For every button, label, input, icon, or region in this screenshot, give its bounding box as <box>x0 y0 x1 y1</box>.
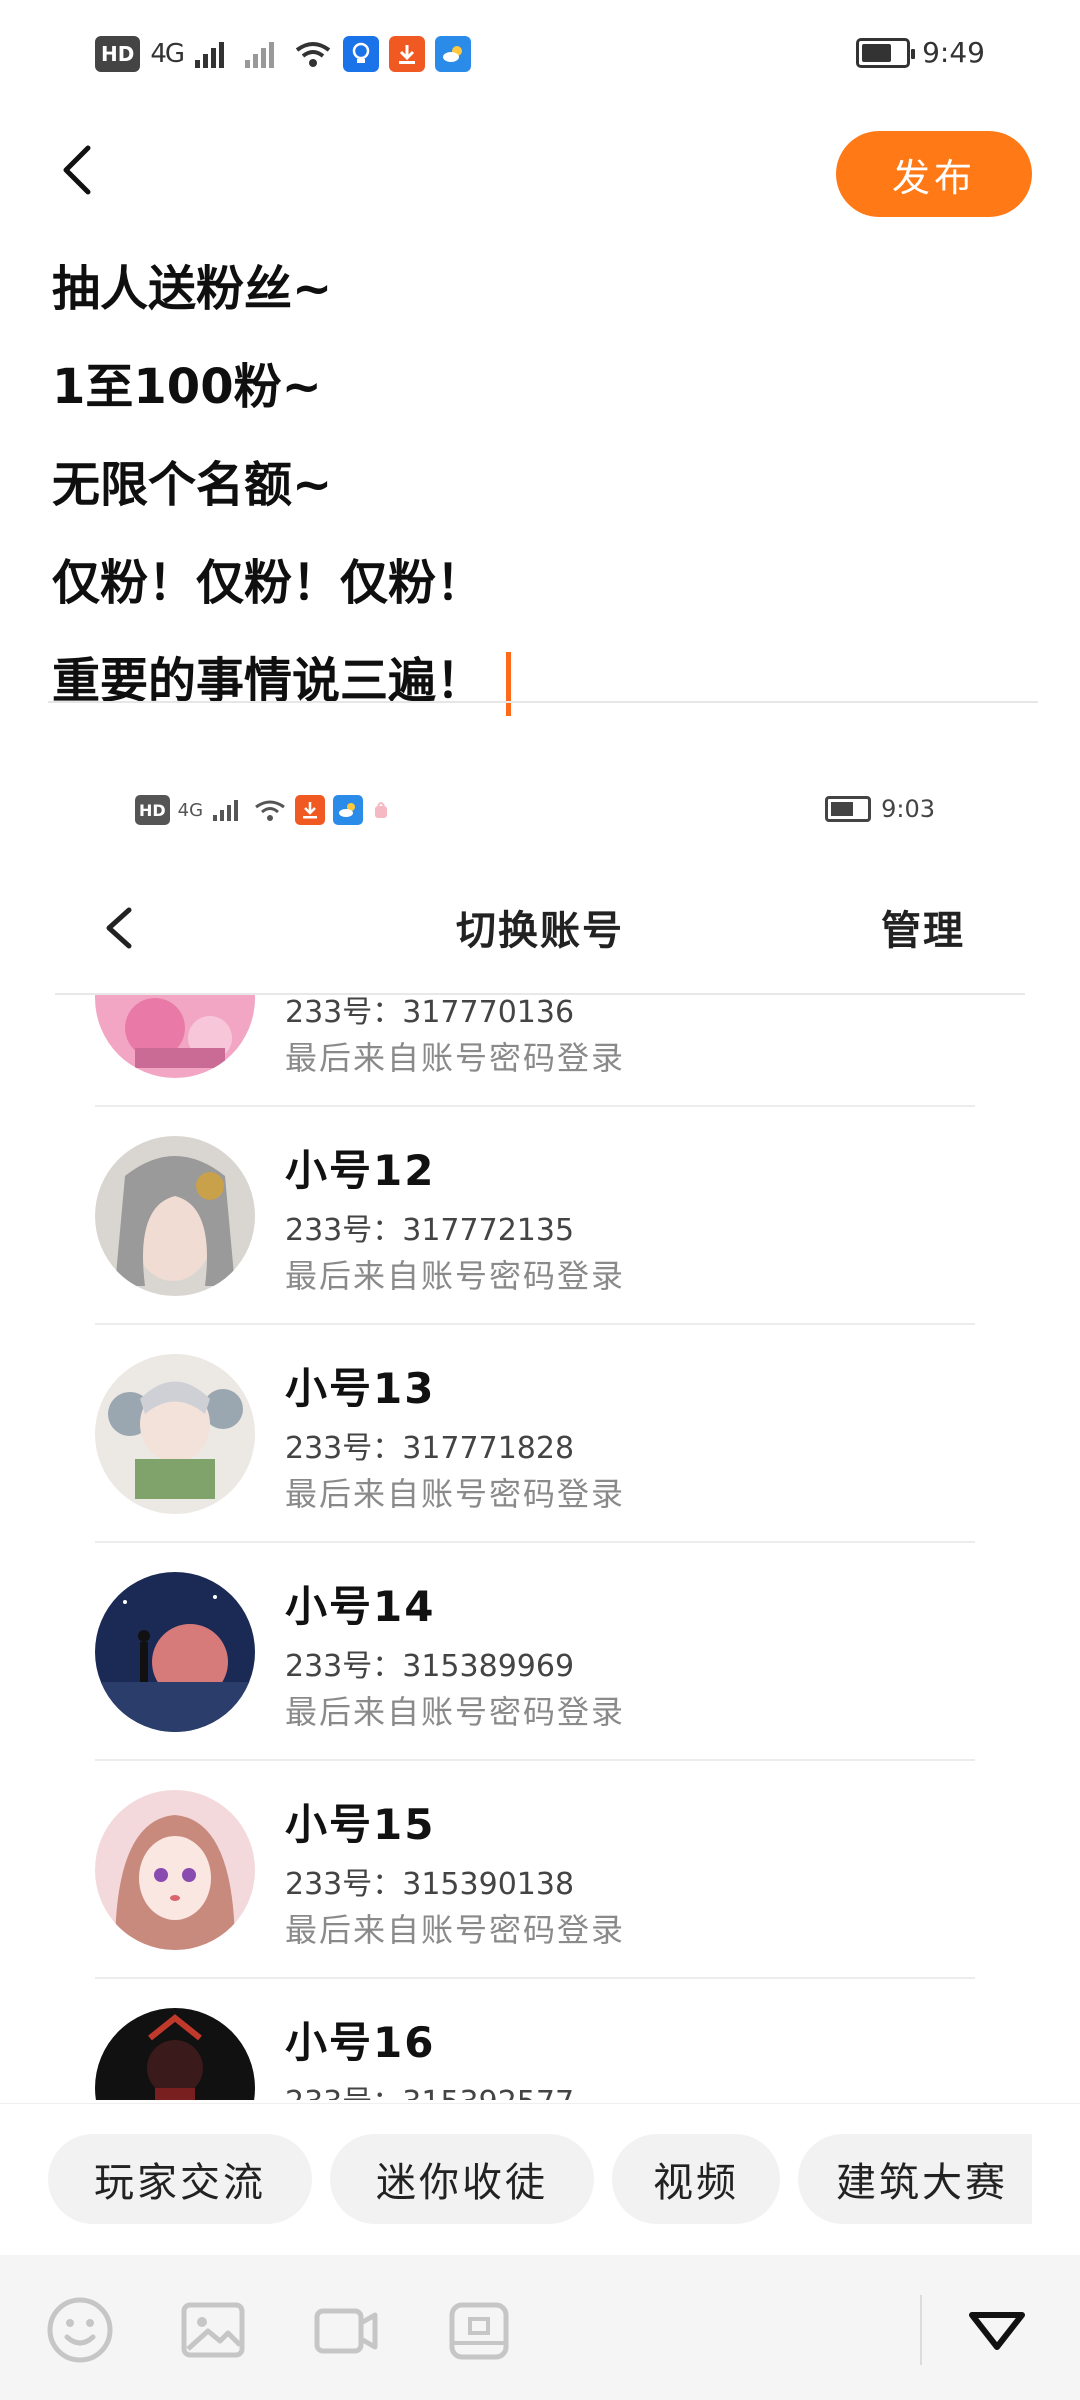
account-last-login: 最后来自账号密码登录 <box>285 1911 626 1949</box>
account-last-login: 最后来自账号密码登录 <box>285 1693 626 1731</box>
editor-line: 1至100粉~ <box>52 359 322 415</box>
battery-icon <box>856 37 916 68</box>
account-avatar <box>95 995 255 1078</box>
topic-tags-bar: 玩家交流 迷你收徒 视频 建筑大赛 <box>0 2103 1080 2255</box>
status-left: HD 4G <box>95 36 472 72</box>
embedded-status-time: 9:03 <box>881 795 935 823</box>
embedded-status-left: HD 4G <box>135 795 391 825</box>
account-row[interactable]: 小号14 233号：315389969 最后来自账号密码登录 <box>95 1543 975 1761</box>
toolbar-separator <box>920 2295 922 2365</box>
text-cursor <box>506 652 512 716</box>
account-row[interactable]: 小号12 233号：317772135 最后来自账号密码登录 <box>95 1107 975 1325</box>
tag-chip[interactable]: 迷你收徒 <box>330 2134 594 2224</box>
account-uid: 233号：317771828 <box>285 1431 575 1466</box>
account-last-login: 最后来自账号密码登录 <box>285 1475 626 1513</box>
back-button[interactable] <box>50 140 110 200</box>
account-avatar <box>95 1136 255 1296</box>
embedded-title: 切换账号 <box>456 908 624 954</box>
download-app-icon <box>389 36 426 72</box>
account-avatar <box>95 1354 255 1514</box>
collapse-icon[interactable] <box>962 2295 1032 2365</box>
account-row[interactable]: 小号15 233号：315390138 最后来自账号密码登录 <box>95 1761 975 1979</box>
account-avatar <box>95 2008 255 2100</box>
editor-line: 仅粉！仅粉！仅粉！ <box>52 555 485 611</box>
account-uid: 233号：315392577 <box>285 2077 574 2100</box>
account-avatar <box>95 1790 255 1950</box>
publish-button[interactable]: 发布 <box>836 131 1032 217</box>
tag-chip[interactable]: 视频 <box>612 2134 780 2224</box>
game-icon[interactable] <box>444 2295 514 2365</box>
account-name: 小号16 <box>285 2018 436 2067</box>
back-arrow-icon <box>63 145 91 195</box>
embedded-download-icon <box>295 795 326 825</box>
account-name: 小号14 <box>285 1582 436 1631</box>
account-uid: 233号：317770136 <box>285 995 575 1030</box>
embedded-wifi-icon <box>255 800 285 821</box>
image-icon[interactable] <box>178 2295 248 2365</box>
hd-badge: HD <box>95 36 141 72</box>
embedded-battery-icon <box>825 796 872 822</box>
weather-app-icon <box>435 36 472 72</box>
account-avatar <box>95 1572 255 1732</box>
editor-line-last: 重要的事情说三遍！ <box>52 632 1042 730</box>
account-last-login: 最后来自账号密码登录 <box>285 1257 626 1295</box>
embedded-nav-bar: 切换账号 管理 <box>55 880 1025 980</box>
account-uid: 233号：317772135 <box>285 1213 575 1248</box>
editor-line: 抽人送粉丝~ <box>52 261 333 317</box>
account-name: 小号15 <box>285 1800 436 1849</box>
embedded-hd-badge: HD <box>135 795 170 825</box>
video-icon[interactable] <box>311 2295 381 2365</box>
account-uid: 233号：315390138 <box>285 1867 575 1902</box>
status-right: 9:49 <box>856 36 985 69</box>
account-list: 233号：317770136 最后来自账号密码登录 小号12 233号：3177… <box>55 995 1025 2100</box>
signal-icon-2 <box>245 42 275 68</box>
tag-chip[interactable]: 建筑大赛 <box>798 2134 1032 2224</box>
wifi-icon <box>295 42 331 67</box>
embedded-bag-icon <box>375 802 388 818</box>
emoji-icon[interactable] <box>45 2295 115 2365</box>
editor-line: 无限个名额~ <box>52 457 333 513</box>
embedded-signal-icon <box>213 800 239 821</box>
account-name: 小号13 <box>285 1364 436 1413</box>
account-uid: 233号：315389969 <box>285 1649 575 1684</box>
account-row[interactable]: 233号：317770136 最后来自账号密码登录 <box>95 995 975 1107</box>
editor-divider <box>48 701 1038 703</box>
tag-chip[interactable]: 玩家交流 <box>48 2134 312 2224</box>
network-label: 4G <box>150 39 185 69</box>
post-editor[interactable]: 抽人送粉丝~ 1至100粉~ 无限个名额~ 仅粉！仅粉！仅粉！ 重要的事情说三遍… <box>52 240 1042 730</box>
attached-screenshot[interactable]: HD 4G 9:03 切换账号 管理 233号：317770136 最后来自账号… <box>55 770 1025 2100</box>
account-name: 小号12 <box>285 1146 436 1195</box>
account-last-login: 最后来自账号密码登录 <box>285 1039 626 1077</box>
status-time: 9:49 <box>922 36 985 69</box>
status-bar: HD 4G 9:49 <box>0 0 1080 110</box>
bottom-toolbar <box>0 2255 1080 2400</box>
account-row[interactable]: 小号16 233号：315392577 <box>95 1979 975 2100</box>
embedded-weather-icon <box>333 795 364 825</box>
embedded-manage-button[interactable]: 管理 <box>881 898 965 956</box>
signal-icon <box>195 42 225 68</box>
embedded-status-right: 9:03 <box>825 795 935 823</box>
bulb-app-icon <box>343 36 380 72</box>
account-row[interactable]: 小号13 233号：317771828 最后来自账号密码登录 <box>95 1325 975 1543</box>
embedded-network-label: 4G <box>177 799 204 821</box>
